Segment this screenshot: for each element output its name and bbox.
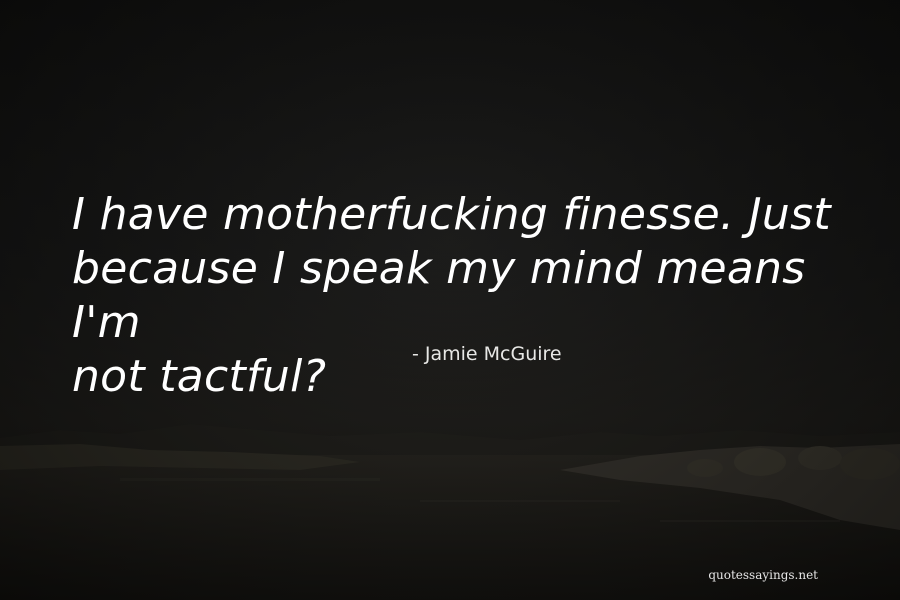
quote-author: - Jamie McGuire [412,343,562,365]
site-watermark: quotessayings.net [708,568,818,582]
quote-image: I have motherfucking finesse. Just becau… [0,0,900,600]
quote-line: not tactful? [72,351,327,402]
quote-line: because I speak my mind means I'm [72,243,806,348]
quote-text: I have motherfucking finesse. Just becau… [72,188,872,404]
quote-line: I have motherfucking finesse. Just [72,189,831,240]
